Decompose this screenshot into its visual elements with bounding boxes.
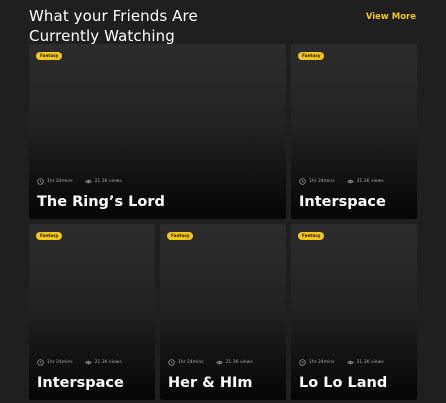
movie-title: Interspace bbox=[37, 375, 124, 391]
movie-title: Interspace bbox=[299, 194, 386, 210]
movie-card[interactable]: Fantasy 1hr 24mins 21.3K views The Ring’… bbox=[29, 44, 286, 219]
duration-text: 1hr 24mins bbox=[47, 178, 73, 184]
genre-badge: Fantasy bbox=[298, 232, 325, 240]
movie-title: Her & HIm bbox=[168, 375, 253, 391]
view-more-link[interactable]: View More bbox=[366, 12, 416, 22]
genre-badge: Fantasy bbox=[167, 232, 194, 240]
views-text: 21.3K views bbox=[94, 359, 122, 365]
views-text: 21.3K views bbox=[356, 359, 384, 365]
eye-icon bbox=[346, 179, 354, 184]
movie-title: Lo Lo Land bbox=[299, 375, 388, 391]
clock-icon bbox=[299, 178, 306, 185]
movie-meta: 1hr 24mins 21.3K views bbox=[299, 178, 384, 185]
eye-icon bbox=[215, 360, 223, 365]
genre-badge: Fantasy bbox=[36, 52, 63, 60]
clock-icon bbox=[168, 359, 175, 366]
friends-watching-section: What your Friends Are Currently Watching… bbox=[0, 0, 446, 403]
duration-text: 1hr 24mins bbox=[47, 359, 73, 365]
movie-card[interactable]: Fantasy 1hr 24mins 21.3K views Interspac… bbox=[291, 44, 417, 219]
movie-card[interactable]: Fantasy 1hr 24mins 21.3K views Interspac… bbox=[29, 224, 155, 400]
eye-icon bbox=[84, 179, 92, 184]
clock-icon bbox=[299, 359, 306, 366]
section-title: What your Friends Are Currently Watching bbox=[29, 7, 198, 45]
movie-meta: 1hr 24mins 21.3K views bbox=[168, 359, 253, 366]
duration-text: 1hr 24mins bbox=[178, 359, 204, 365]
eye-icon bbox=[346, 360, 354, 365]
eye-icon bbox=[84, 360, 92, 365]
duration-text: 1hr 24mins bbox=[309, 359, 335, 365]
genre-badge: Fantasy bbox=[36, 232, 63, 240]
movie-meta: 1hr 24mins 21.3K views bbox=[299, 359, 384, 366]
duration-text: 1hr 24mins bbox=[309, 178, 335, 184]
movie-meta: 1hr 24mins 21.3K views bbox=[37, 359, 122, 366]
movie-title: The Ring’s Lord bbox=[37, 194, 165, 210]
clock-icon bbox=[37, 359, 44, 366]
views-text: 21.3K views bbox=[94, 178, 122, 184]
movie-card[interactable]: Fantasy 1hr 24mins 21.3K views Her & HIm bbox=[160, 224, 286, 400]
views-text: 21.3K views bbox=[356, 178, 384, 184]
movie-meta: 1hr 24mins 21.3K views bbox=[37, 178, 122, 185]
genre-badge: Fantasy bbox=[298, 52, 325, 60]
movie-card[interactable]: Fantasy 1hr 24mins 21.3K views Lo Lo Lan… bbox=[291, 224, 417, 400]
clock-icon bbox=[37, 178, 44, 185]
views-text: 21.3K views bbox=[225, 359, 253, 365]
